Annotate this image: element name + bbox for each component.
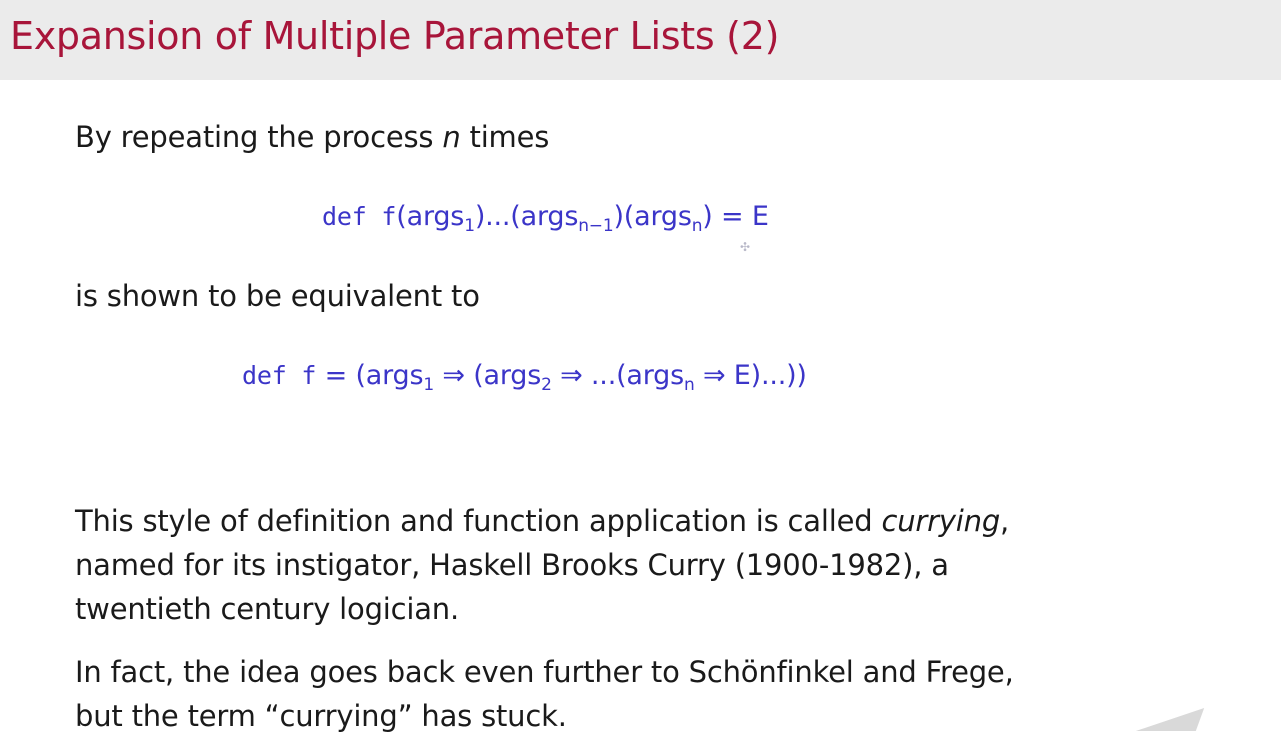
corner-shadow-decoration [1135,708,1205,731]
currying-line-3: twentieth century logician. [75,592,460,626]
intro-before: By repeating the process [75,120,443,154]
code2-part3: ⇒ ...(args [551,360,684,391]
currying-line-1-before: This style of definition and function ap… [75,504,882,538]
code1-part3: )(args [613,201,692,232]
currying-line-1-after: , [1000,504,1010,538]
intro-text: By repeating the process n times [75,120,549,154]
code1-sub2: n−1 [578,216,614,236]
code1-sub3: n [691,216,703,236]
equivalence-text: is shown to be equivalent to [75,279,480,313]
code2-part4: ⇒ E)...)) [694,360,807,391]
code-lambda-definition: def f = (args1 ⇒ (args2 ⇒ ...(argsn ⇒ E)… [242,360,807,394]
code1-keyword: def f [322,202,397,231]
intro-after: times [460,120,550,154]
code2-sub1: 1 [423,375,434,395]
currying-paragraph: This style of definition and function ap… [75,499,1009,631]
code1-part2: )...(args [474,201,579,232]
slide-title: Expansion of Multiple Parameter Lists (2… [10,14,780,58]
history-line-2: but the term “currying” has stuck. [75,699,567,733]
history-line-1: In fact, the idea goes back even further… [75,655,1014,689]
code2-keyword: def f [242,361,317,390]
mouse-pointer-icon: ✣ [740,240,751,254]
code1-part4: ) = E [702,201,769,232]
currying-line-1: This style of definition and function ap… [75,499,1009,543]
code1-sub1: 1 [464,216,475,236]
code2-part2: ⇒ (args [434,360,542,391]
code1-part1: (args [396,201,465,232]
history-paragraph: In fact, the idea goes back even further… [75,650,1014,738]
code2-sub3: n [683,375,695,395]
code2-sub2: 2 [541,375,552,395]
intro-var: n [442,120,461,154]
currying-term: currying [881,504,1001,538]
code2-part1: = (args [316,360,424,391]
slide-title-bar: Expansion of Multiple Parameter Lists (2… [0,0,1281,80]
currying-line-2: named for its instigator, Haskell Brooks… [75,548,949,582]
code-curried-definition: def f(args1)...(argsn−1)(argsn) = E [322,201,769,235]
